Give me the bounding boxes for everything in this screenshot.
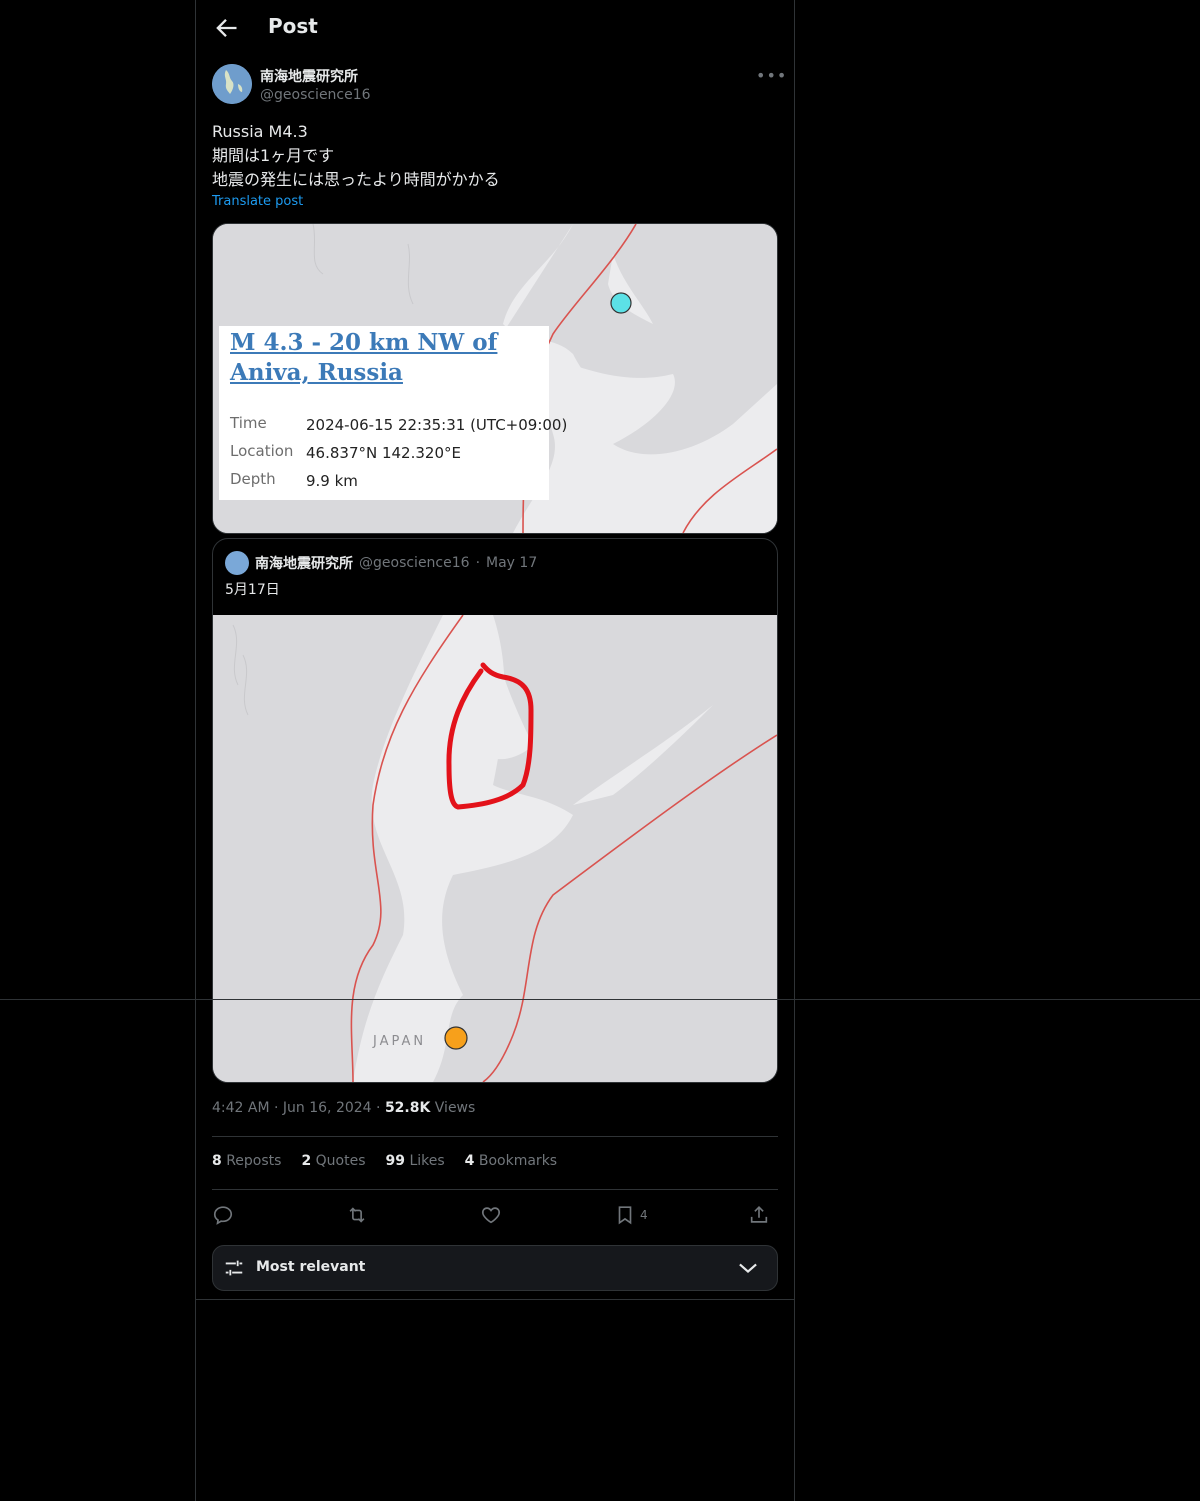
- map-background: [213, 614, 777, 1082]
- reply-button[interactable]: [212, 1200, 242, 1230]
- info-value: 2024-06-15 22:35:31 (UTC+09:00): [306, 416, 568, 434]
- engagement-stats: 8 Reposts 2 Quotes 99 Likes 4 Bookmarks: [212, 1153, 557, 1169]
- page-header: Post: [196, 0, 794, 56]
- like-button[interactable]: [480, 1200, 510, 1230]
- info-value: 46.837°N 142.320°E: [306, 444, 461, 462]
- likes-stat[interactable]: 99 Likes: [386, 1153, 445, 1169]
- quoted-author-name[interactable]: 南海地震研究所: [255, 553, 353, 573]
- horizontal-rule: [195, 1299, 795, 1300]
- separator-dot: ·: [475, 555, 481, 571]
- avatar: [225, 551, 249, 575]
- info-key: Location: [230, 442, 294, 460]
- info-key: Time: [230, 414, 267, 432]
- chevron-down-icon: [739, 1263, 757, 1274]
- share-icon: [750, 1206, 768, 1223]
- separator-dot: ·: [274, 1100, 279, 1116]
- avatar[interactable]: [212, 64, 252, 104]
- bookmark-icon: [618, 1206, 632, 1225]
- info-value: 9.9 km: [306, 472, 358, 490]
- quoted-post-text: 5月17日: [225, 582, 280, 598]
- quoted-post-image-map[interactable]: JAPAN: [213, 614, 777, 1082]
- earthquake-info-box: M 4.3 - 20 km NW of Aniva, Russia Time 2…: [219, 326, 567, 500]
- views-label: Views: [434, 1100, 476, 1116]
- likes-count: 99: [385, 1153, 405, 1169]
- share-button[interactable]: [748, 1200, 778, 1230]
- post-time[interactable]: 4:42 AM: [212, 1100, 270, 1116]
- map-label-japan: JAPAN: [373, 1034, 427, 1049]
- post-line: Russia M4.3: [212, 122, 308, 141]
- bookmarks-label: Bookmarks: [478, 1153, 558, 1169]
- quoted-post[interactable]: 南海地震研究所 @geoscience16 · May 17 5月17日 JAP…: [212, 538, 778, 1083]
- back-arrow-icon[interactable]: [212, 14, 240, 42]
- separator-dot: ·: [376, 1100, 381, 1116]
- reposts-label: Reposts: [226, 1153, 282, 1169]
- post-date[interactable]: Jun 16, 2024: [283, 1100, 372, 1116]
- info-key: Depth: [230, 470, 276, 488]
- post-line: 地震の発生には思ったより時間がかかる: [212, 170, 500, 189]
- divider: [212, 1189, 778, 1190]
- reply-icon: [213, 1206, 233, 1225]
- post-line: 期間は1ヶ月です: [212, 146, 335, 165]
- likes-label: Likes: [409, 1153, 445, 1169]
- reposts-count: 8: [212, 1153, 222, 1169]
- earthquake-title-link[interactable]: M 4.3 - 20 km NW of Aniva, Russia: [230, 328, 550, 388]
- page-title: Post: [268, 14, 318, 38]
- divider: [212, 1136, 778, 1137]
- more-options-icon[interactable]: •••: [756, 66, 787, 85]
- quoted-author-handle[interactable]: @geoscience16: [359, 555, 470, 571]
- bookmark-count: 4: [640, 1208, 648, 1222]
- bookmarks-count: 4: [464, 1153, 475, 1169]
- quotes-stat[interactable]: 2 Quotes: [301, 1153, 365, 1169]
- quoted-post-date[interactable]: May 17: [486, 555, 537, 571]
- reply-sort-dropdown[interactable]: Most relevant: [212, 1245, 778, 1291]
- post-image-earthquake-map[interactable]: M 4.3 - 20 km NW of Aniva, Russia Time 2…: [212, 223, 778, 534]
- action-bar: 4: [212, 1200, 778, 1230]
- quoted-post-header: 南海地震研究所 @geoscience16 · May 17: [225, 551, 537, 575]
- author-name[interactable]: 南海地震研究所: [260, 66, 358, 86]
- sliders-icon: [225, 1260, 243, 1276]
- post-metadata: 4:42 AM · Jun 16, 2024 · 52.8K Views: [212, 1100, 475, 1116]
- repost-button[interactable]: [346, 1200, 376, 1230]
- views-count: 52.8K: [384, 1100, 431, 1116]
- reposts-stat[interactable]: 8 Reposts: [212, 1153, 281, 1169]
- author-handle[interactable]: @geoscience16: [260, 87, 371, 103]
- quotes-count: 2: [301, 1153, 312, 1169]
- bookmark-button[interactable]: 4: [614, 1200, 664, 1230]
- main-column: Post 南海地震研究所 @geoscience16 ••• Russia M4…: [195, 0, 795, 1501]
- sort-label: Most relevant: [256, 1259, 366, 1275]
- translate-post-link[interactable]: Translate post: [212, 194, 303, 209]
- globe-map-icon: [212, 64, 252, 104]
- post-text: Russia M4.3 期間は1ヶ月です 地震の発生には思ったより時間がかかる: [212, 120, 500, 192]
- horizontal-rule: [0, 999, 1200, 1000]
- heart-icon: [481, 1207, 501, 1224]
- repost-icon: [349, 1207, 365, 1223]
- quotes-label: Quotes: [315, 1153, 366, 1169]
- bookmarks-stat[interactable]: 4 Bookmarks: [465, 1153, 557, 1169]
